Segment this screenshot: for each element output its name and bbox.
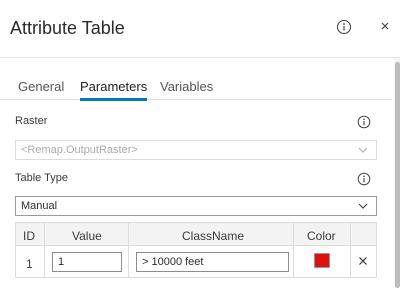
header-id: ID <box>23 229 35 243</box>
column-divider <box>44 222 45 278</box>
tab-variables[interactable]: Variables <box>160 79 213 100</box>
table-type-select-value: Manual <box>21 200 58 212</box>
header-value: Value <box>72 229 102 243</box>
row-id: 1 <box>26 257 33 271</box>
table-type-info-icon[interactable] <box>357 172 371 186</box>
header-classname: ClassName <box>182 229 245 243</box>
tab-parameters[interactable]: Parameters <box>80 79 148 101</box>
raster-select-value: <Remap.OutputRaster> <box>21 144 138 156</box>
table-type-select[interactable]: Manual <box>15 196 377 216</box>
column-divider <box>350 222 351 278</box>
tab-bar: General Parameters Variables <box>0 74 392 101</box>
tab-general[interactable]: General <box>18 79 64 100</box>
info-icon[interactable] <box>336 19 352 35</box>
close-icon[interactable] <box>377 18 393 34</box>
chevron-down-icon <box>358 147 368 153</box>
header-color: Color <box>307 229 336 243</box>
scrollbar-thumb[interactable] <box>395 62 400 288</box>
panel-title: Attribute Table <box>10 18 125 38</box>
raster-label: Raster <box>15 115 48 127</box>
raster-select[interactable]: <Remap.OutputRaster> <box>15 140 377 160</box>
panel-header: Attribute Table <box>0 0 400 58</box>
chevron-down-icon <box>358 203 368 209</box>
table-type-label: Table Type <box>15 172 69 184</box>
value-input[interactable]: 1 <box>52 252 122 272</box>
classname-input[interactable]: > 10000 feet <box>136 252 289 272</box>
color-swatch[interactable] <box>314 253 330 268</box>
column-divider <box>128 222 129 278</box>
delete-row-icon[interactable] <box>358 256 368 266</box>
column-divider <box>293 222 294 278</box>
raster-info-icon[interactable] <box>357 115 371 129</box>
attribute-table-panel: Attribute Table General Parameters Varia… <box>0 0 400 288</box>
